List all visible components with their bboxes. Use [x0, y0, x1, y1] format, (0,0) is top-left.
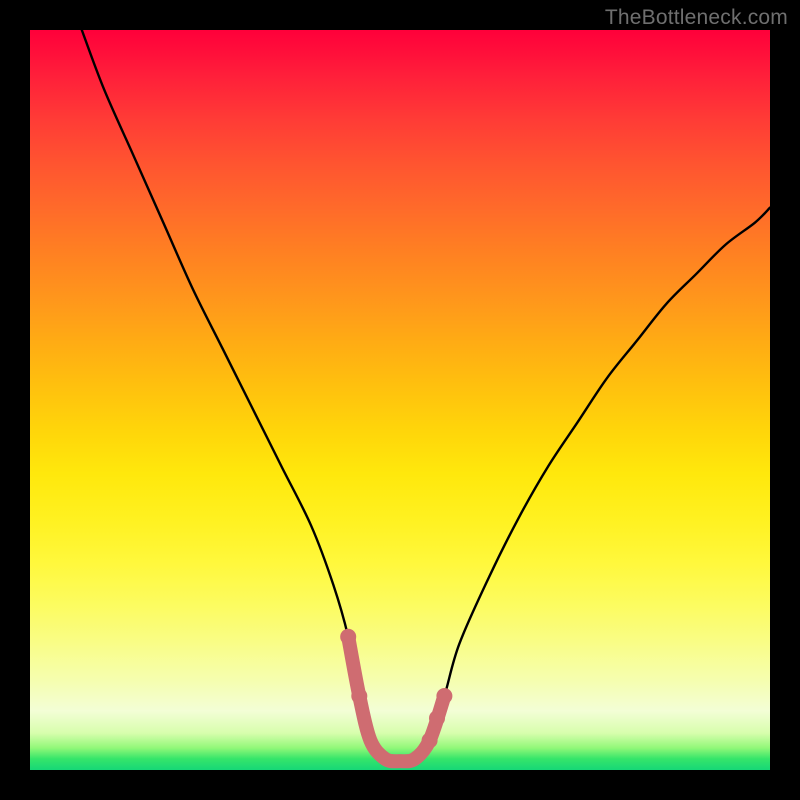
bottleneck-curve-path	[82, 30, 770, 761]
chart-frame: TheBottleneck.com	[0, 0, 800, 800]
highlight-dot	[436, 688, 452, 704]
highlight-dot	[340, 629, 356, 645]
highlight-dot	[351, 688, 367, 704]
watermark-text: TheBottleneck.com	[605, 6, 788, 30]
main-curve	[82, 30, 770, 761]
highlight-dot	[422, 732, 438, 748]
highlight-dot	[429, 710, 445, 726]
plot-area	[30, 30, 770, 770]
chart-svg	[30, 30, 770, 770]
